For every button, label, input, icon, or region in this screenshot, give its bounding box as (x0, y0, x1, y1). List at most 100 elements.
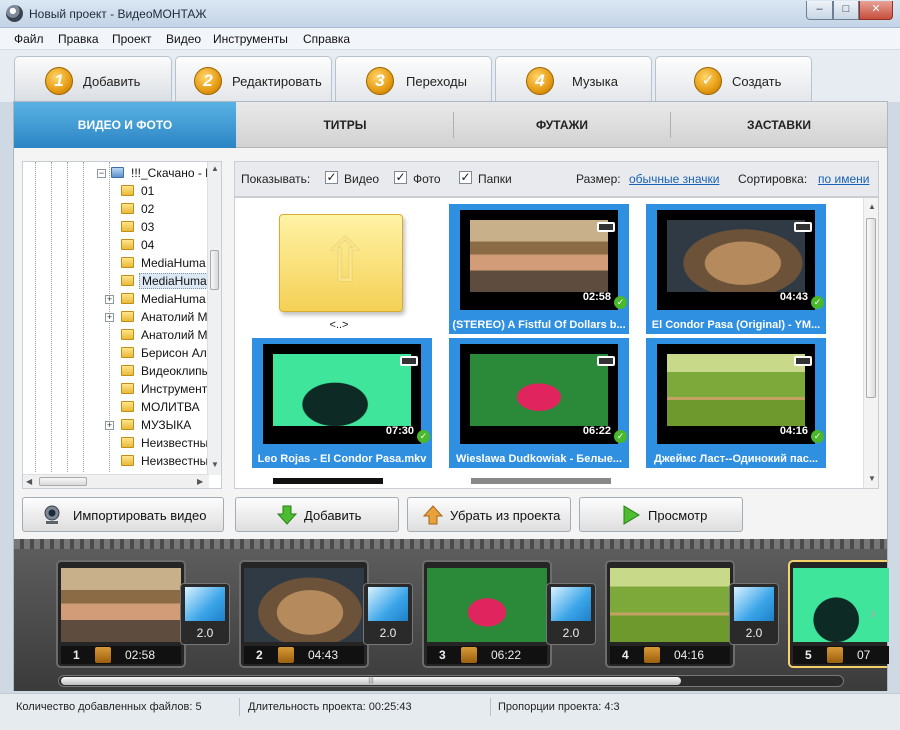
collapse-icon[interactable]: − (97, 169, 106, 178)
tree-horizontal-scrollbar[interactable]: ◀ ▶ (23, 474, 209, 488)
tree-item[interactable]: MediaHuma (23, 254, 209, 272)
folders-checkbox[interactable]: ✓ (459, 171, 472, 184)
subtab-footage[interactable]: ФУТАЖИ (454, 102, 670, 148)
tree-item[interactable]: 04 (23, 236, 209, 254)
tree-item[interactable]: + МУЗЫКА (23, 416, 209, 434)
scroll-left-icon[interactable]: ◀ (26, 477, 32, 486)
expand-icon[interactable]: + (105, 421, 114, 430)
timeline-clip[interactable]: 1 02:58 (56, 560, 186, 668)
tab-add[interactable]: 1 Добавить (14, 56, 172, 103)
tree-item-label: MediaHuma (141, 256, 206, 270)
tree-item[interactable]: + MediaHuma (23, 290, 209, 308)
tree-item[interactable]: 01 (23, 182, 209, 200)
expand-icon[interactable]: + (105, 313, 114, 322)
scroll-right-icon[interactable]: ▶ (197, 477, 203, 486)
edit-pencil-icon[interactable] (644, 647, 660, 663)
tab-music[interactable]: 4 Музыка (495, 56, 652, 102)
menu-tools[interactable]: Инструменты (213, 32, 288, 46)
photo-checkbox[interactable]: ✓ (394, 171, 407, 184)
file-tile[interactable]: 06:22 ✓ Wieslawa Dudkowiak - Белые... (449, 338, 629, 468)
clip-bar: 4 04:16 (610, 646, 730, 664)
tree-item[interactable]: Неизвестны (23, 452, 209, 470)
sort-link[interactable]: по имени (818, 172, 869, 186)
scroll-up-icon[interactable]: ▲ (868, 202, 876, 211)
tree-item[interactable]: 03 (23, 218, 209, 236)
preview-button[interactable]: Просмотр (579, 497, 743, 532)
scroll-thumb[interactable] (866, 218, 876, 398)
video-checkbox[interactable]: ✓ (325, 171, 338, 184)
file-tile[interactable]: 02:58 ✓ (STEREO) A Fistful Of Dollars b.… (449, 204, 629, 334)
size-link[interactable]: обычные значки (629, 172, 719, 186)
tab-edit[interactable]: 2 Редактировать (175, 56, 332, 102)
parent-folder-tile[interactable]: ⇧ <..> (249, 204, 429, 334)
tree-item[interactable]: MediaHuma (23, 272, 209, 290)
clip-number: 2 (256, 648, 263, 662)
partial-thumbnail (273, 478, 383, 484)
minimize-button[interactable]: – (806, 1, 833, 20)
timeline-clip[interactable]: 2 04:43 (239, 560, 369, 668)
file-grid[interactable]: ⇧ <..> 02:58 ✓ (STEREO) A Fistful Of Dol… (234, 197, 879, 489)
subtab-titles[interactable]: ТИТРЫ (236, 102, 454, 148)
edit-pencil-icon[interactable] (461, 647, 477, 663)
tab-create[interactable]: ✓ Создать (655, 56, 812, 102)
timeline-transition[interactable]: 2.0 (546, 583, 596, 645)
tree-item[interactable]: Берисон Ал (23, 344, 209, 362)
tree-item[interactable]: 02 (23, 200, 209, 218)
filter-bar: Показывать: ✓ Видео ✓ Фото ✓ Папки Разме… (234, 161, 879, 197)
file-tile[interactable]: 04:43 ✓ El Condor Pasa (Original) - YM..… (646, 204, 826, 334)
edit-pencil-icon[interactable] (95, 647, 111, 663)
grid-vertical-scrollbar[interactable]: ▲ ▼ (863, 198, 878, 488)
menu-file[interactable]: Файл (14, 32, 44, 46)
subtab-intros[interactable]: ЗАСТАВКИ (671, 102, 887, 148)
transition-icon (734, 587, 774, 621)
menu-video[interactable]: Видео (166, 32, 201, 46)
tree-item[interactable]: МОЛИТВА (23, 398, 209, 416)
file-name: Джеймс Ласт--Одинокий пас... (653, 453, 818, 465)
tree-item[interactable]: + Анатолий M (23, 308, 209, 326)
scroll-down-icon[interactable]: ▼ (868, 474, 876, 483)
timeline-clip[interactable]: 3 06:22 (422, 560, 552, 668)
remove-label: Убрать из проекта (450, 508, 561, 523)
scroll-thumb[interactable] (39, 477, 87, 486)
expand-icon[interactable]: + (105, 295, 114, 304)
timeline-clip[interactable]: 4 04:16 (605, 560, 735, 668)
tree-item[interactable]: Видеоклипы (23, 362, 209, 380)
tree-item[interactable]: Неизвестны (23, 434, 209, 452)
tree-item[interactable]: Анатолий M (23, 326, 209, 344)
tree-item[interactable]: Инструмент (23, 380, 209, 398)
tree-root[interactable]: − !!!_Скачано - M (23, 164, 209, 182)
tab-transitions[interactable]: 3 Переходы (335, 56, 492, 102)
maximize-button[interactable]: □ (833, 1, 859, 20)
remove-from-project-button[interactable]: Убрать из проекта (407, 497, 571, 532)
edit-pencil-icon[interactable] (278, 647, 294, 663)
folder-tree[interactable]: − !!!_Скачано - M 01 02 03 04 MediaHuma Media… (22, 161, 222, 489)
close-button[interactable]: ✕ (859, 1, 893, 20)
scroll-thumb[interactable] (210, 250, 219, 290)
clip-bar: 3 06:22 (427, 646, 547, 664)
clip-duration: 04:43 (308, 648, 339, 662)
scroll-down-icon[interactable]: ▼ (211, 460, 219, 469)
timeline-scrollbar[interactable]: ||| (58, 675, 844, 687)
timeline-next-icon[interactable]: › (870, 603, 876, 624)
subtab-video-photo[interactable]: ВИДЕО И ФОТО (14, 102, 236, 148)
clip-thumbnail (427, 568, 547, 642)
import-video-button[interactable]: Импортировать видео (22, 497, 224, 532)
timeline-transition[interactable]: 2.0 (729, 583, 779, 645)
scroll-up-icon[interactable]: ▲ (211, 164, 219, 173)
tree-vertical-scrollbar[interactable]: ▲ ▼ (207, 162, 221, 475)
menu-project[interactable]: Проект (112, 32, 152, 46)
edit-pencil-icon[interactable] (827, 647, 843, 663)
timeline-transition[interactable]: 2.0 (180, 583, 230, 645)
file-name: (STEREO) A Fistful Of Dollars b... (452, 319, 626, 331)
menu-help[interactable]: Справка (303, 32, 350, 46)
timeline-transition[interactable]: 2.0 (363, 583, 413, 645)
file-tile[interactable]: 07:30 ✓ Leo Rojas - El Condor Pasa.mkv (252, 338, 432, 468)
scroll-thumb[interactable]: ||| (61, 677, 681, 685)
menu-edit[interactable]: Правка (58, 32, 99, 46)
timeline[interactable]: 1 02:58 2.0 2 04:43 2.0 3 06:22 2.0 4 04… (14, 539, 889, 691)
show-label: Показывать: (241, 172, 311, 186)
add-button[interactable]: Добавить (235, 497, 399, 532)
photo-label: Фото (413, 172, 441, 186)
step-2-icon: 2 (194, 67, 222, 95)
file-tile[interactable]: 04:16 ✓ Джеймс Ласт--Одинокий пас... (646, 338, 826, 468)
